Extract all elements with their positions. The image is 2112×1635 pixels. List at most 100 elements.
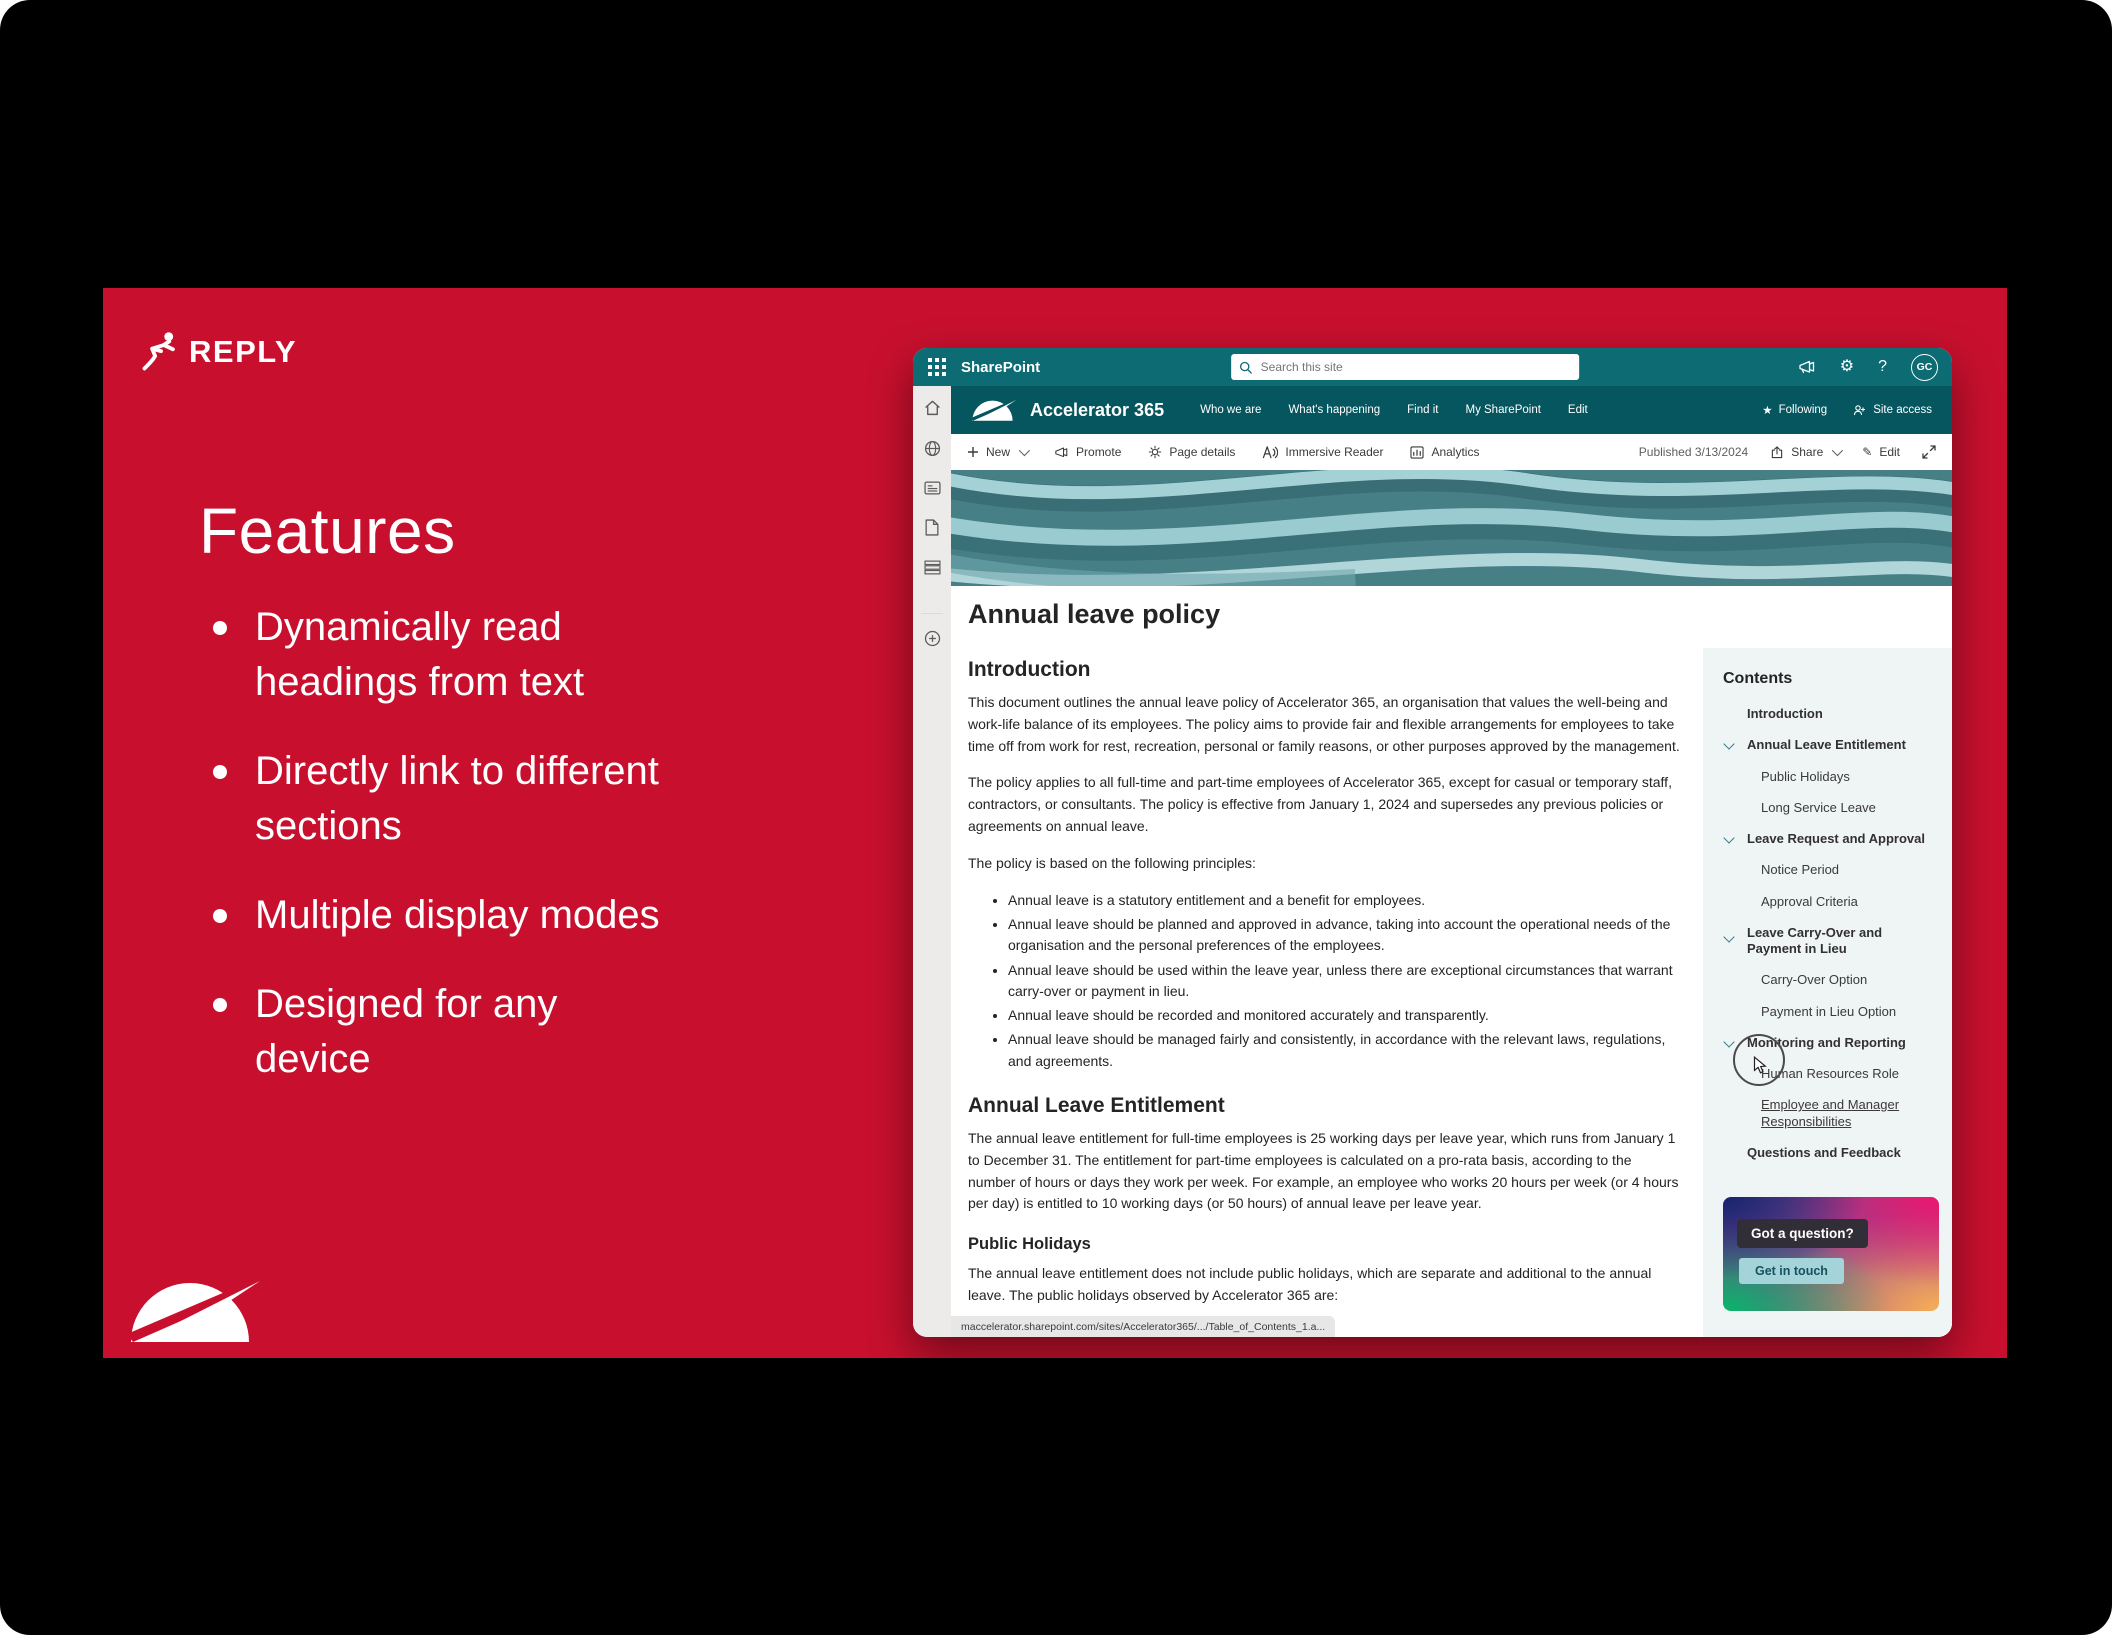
link-status-tooltip: maccelerator.sharepoint.com/sites/Accele… <box>951 1316 1335 1337</box>
list-item: Annual leave is a statutory entitlement … <box>1008 890 1682 911</box>
table-of-contents-panel: Contents Introduction Annual Leave Entit… <box>1703 648 1952 1337</box>
list-item: Annual leave should be planned and appro… <box>1008 914 1682 957</box>
chevron-down-icon[interactable] <box>1723 1036 1734 1047</box>
page-details-icon <box>1148 445 1162 459</box>
nav-edit[interactable]: Edit <box>1568 404 1588 416</box>
immersive-reader-icon <box>1262 445 1278 459</box>
site-nav: Who we are What's happening Find it My S… <box>1200 404 1588 416</box>
toc-item-monitoring-reporting[interactable]: Monitoring and Reporting <box>1723 1035 1936 1051</box>
feedback-megaphone-icon[interactable] <box>1798 359 1816 375</box>
page-icon[interactable] <box>925 519 939 536</box>
nav-my-sharepoint[interactable]: My SharePoint <box>1465 404 1540 416</box>
following-button[interactable]: ★ Following <box>1762 403 1827 417</box>
avatar[interactable]: GC <box>1911 354 1938 381</box>
immersive-reader-button[interactable]: Immersive Reader <box>1262 445 1383 459</box>
site-access-button[interactable]: Site access <box>1853 404 1932 416</box>
published-date: Published 3/13/2024 <box>1639 445 1748 459</box>
page-details-button[interactable]: Page details <box>1148 445 1235 459</box>
reply-logo: REPLY <box>139 330 297 374</box>
help-icon[interactable]: ? <box>1878 359 1887 375</box>
edit-button[interactable]: ✎ Edit <box>1862 445 1900 459</box>
site-title[interactable]: Accelerator 365 <box>1030 400 1164 421</box>
search-icon <box>1239 361 1252 374</box>
chevron-down-icon <box>1019 445 1030 456</box>
paragraph: This document outlines the annual leave … <box>968 692 1682 757</box>
suite-bar: SharePoint ⚙ ? GC <box>913 348 1952 386</box>
paragraph: The policy is based on the following pri… <box>968 853 1682 875</box>
screenshot-canvas: REPLY Features Dynamically read headings… <box>0 0 2112 1635</box>
slide-bullet: Dynamically read headings from text <box>207 600 667 710</box>
principles-list: Annual leave is a statutory entitlement … <box>968 890 1682 1072</box>
globe-icon[interactable] <box>924 440 941 457</box>
toc-item-annual-leave-entitlement[interactable]: Annual Leave Entitlement <box>1723 737 1936 753</box>
analytics-button[interactable]: Analytics <box>1410 445 1479 459</box>
star-icon: ★ <box>1762 403 1772 417</box>
site-logo[interactable] <box>971 399 1017 422</box>
chevron-down-icon <box>1832 445 1843 456</box>
runner-icon <box>139 330 183 374</box>
sharepoint-window: SharePoint ⚙ ? GC <box>913 348 1952 1337</box>
expand-icon[interactable] <box>1922 445 1936 459</box>
toc-item-leave-carry-over[interactable]: Leave Carry-Over and Payment in Lieu <box>1723 925 1936 958</box>
left-app-rail <box>913 386 951 1337</box>
page-title: Annual leave policy <box>968 599 1220 629</box>
analytics-icon <box>1410 446 1424 459</box>
home-icon[interactable] <box>924 400 941 416</box>
toc-item-notice-period[interactable]: Notice Period <box>1723 862 1936 878</box>
toc-item-questions-feedback[interactable]: Questions and Feedback <box>1723 1145 1936 1161</box>
paragraph: The annual leave entitlement for full-ti… <box>968 1128 1682 1215</box>
paragraph: The policy applies to all full-time and … <box>968 772 1682 837</box>
gear-icon[interactable]: ⚙ <box>1840 359 1854 375</box>
share-button[interactable]: Share <box>1770 445 1840 459</box>
section-heading-public-holidays: Public Holidays <box>968 1235 1682 1254</box>
new-button[interactable]: New <box>967 445 1027 459</box>
title-band: Annual leave policy <box>951 586 1952 640</box>
section-heading-introduction: Introduction <box>968 658 1682 682</box>
site-header: Accelerator 365 Who we are What's happen… <box>951 386 1952 434</box>
nav-whats-happening[interactable]: What's happening <box>1288 404 1380 416</box>
toc-item-carry-over-option[interactable]: Carry-Over Option <box>1723 972 1936 988</box>
nav-who-we-are[interactable]: Who we are <box>1200 404 1261 416</box>
waffle-menu-icon[interactable] <box>927 357 947 377</box>
toc-item-long-service-leave[interactable]: Long Service Leave <box>1723 800 1936 816</box>
toc-heading: Contents <box>1723 670 1936 688</box>
promo-card: Got a question? Get in touch <box>1723 1197 1939 1311</box>
plus-icon <box>967 446 979 458</box>
toc-item-payment-in-lieu-option[interactable]: Payment in Lieu Option <box>1723 1004 1936 1020</box>
nav-find-it[interactable]: Find it <box>1407 404 1438 416</box>
hero-banner-image <box>951 470 1952 586</box>
app-name: SharePoint <box>961 359 1040 376</box>
site-access-icon <box>1853 404 1867 416</box>
site-header-actions: ★ Following Site access <box>1762 403 1932 417</box>
slide-bullet: Directly link to different sections <box>207 744 667 854</box>
command-bar: New Promote Page detai <box>951 434 1952 470</box>
search-input[interactable] <box>1259 359 1571 375</box>
toc-item-leave-request-approval[interactable]: Leave Request and Approval <box>1723 831 1936 847</box>
library-icon[interactable] <box>924 560 941 575</box>
news-icon[interactable] <box>924 481 941 495</box>
suite-bar-actions: ⚙ ? GC <box>1798 354 1938 381</box>
promo-question-label: Got a question? <box>1737 1219 1868 1248</box>
promote-button[interactable]: Promote <box>1054 445 1121 459</box>
list-item: Annual leave should be recorded and moni… <box>1008 1005 1682 1026</box>
toc-item-employee-manager-responsibilities[interactable]: Employee and Manager Responsibilities <box>1723 1097 1936 1130</box>
toc-item-introduction[interactable]: Introduction <box>1723 706 1936 722</box>
toc-item-public-holidays[interactable]: Public Holidays <box>1723 769 1936 785</box>
section-heading-entitlement: Annual Leave Entitlement <box>968 1094 1682 1118</box>
toc-item-approval-criteria[interactable]: Approval Criteria <box>1723 894 1936 910</box>
list-item: Annual leave should be used within the l… <box>1008 960 1682 1003</box>
accelerator-dome-logo <box>127 1280 262 1344</box>
get-in-touch-button[interactable]: Get in touch <box>1739 1258 1844 1284</box>
chevron-down-icon[interactable] <box>1723 931 1734 942</box>
search-box[interactable] <box>1231 354 1579 380</box>
chevron-down-icon[interactable] <box>1723 739 1734 750</box>
create-plus-icon[interactable] <box>924 630 941 647</box>
toc-item-human-resources-role[interactable]: Human Resources Role <box>1723 1066 1936 1082</box>
slide-title: Features <box>199 494 456 568</box>
share-icon <box>1770 446 1784 459</box>
page-canvas[interactable]: Annual leave policy Introduction This do… <box>951 470 1952 1337</box>
list-item: Annual leave should be managed fairly an… <box>1008 1029 1682 1072</box>
chevron-down-icon[interactable] <box>1723 832 1734 843</box>
paragraph: The annual leave entitlement does not in… <box>968 1263 1682 1307</box>
slide-bullet: Multiple display modes <box>207 888 667 943</box>
